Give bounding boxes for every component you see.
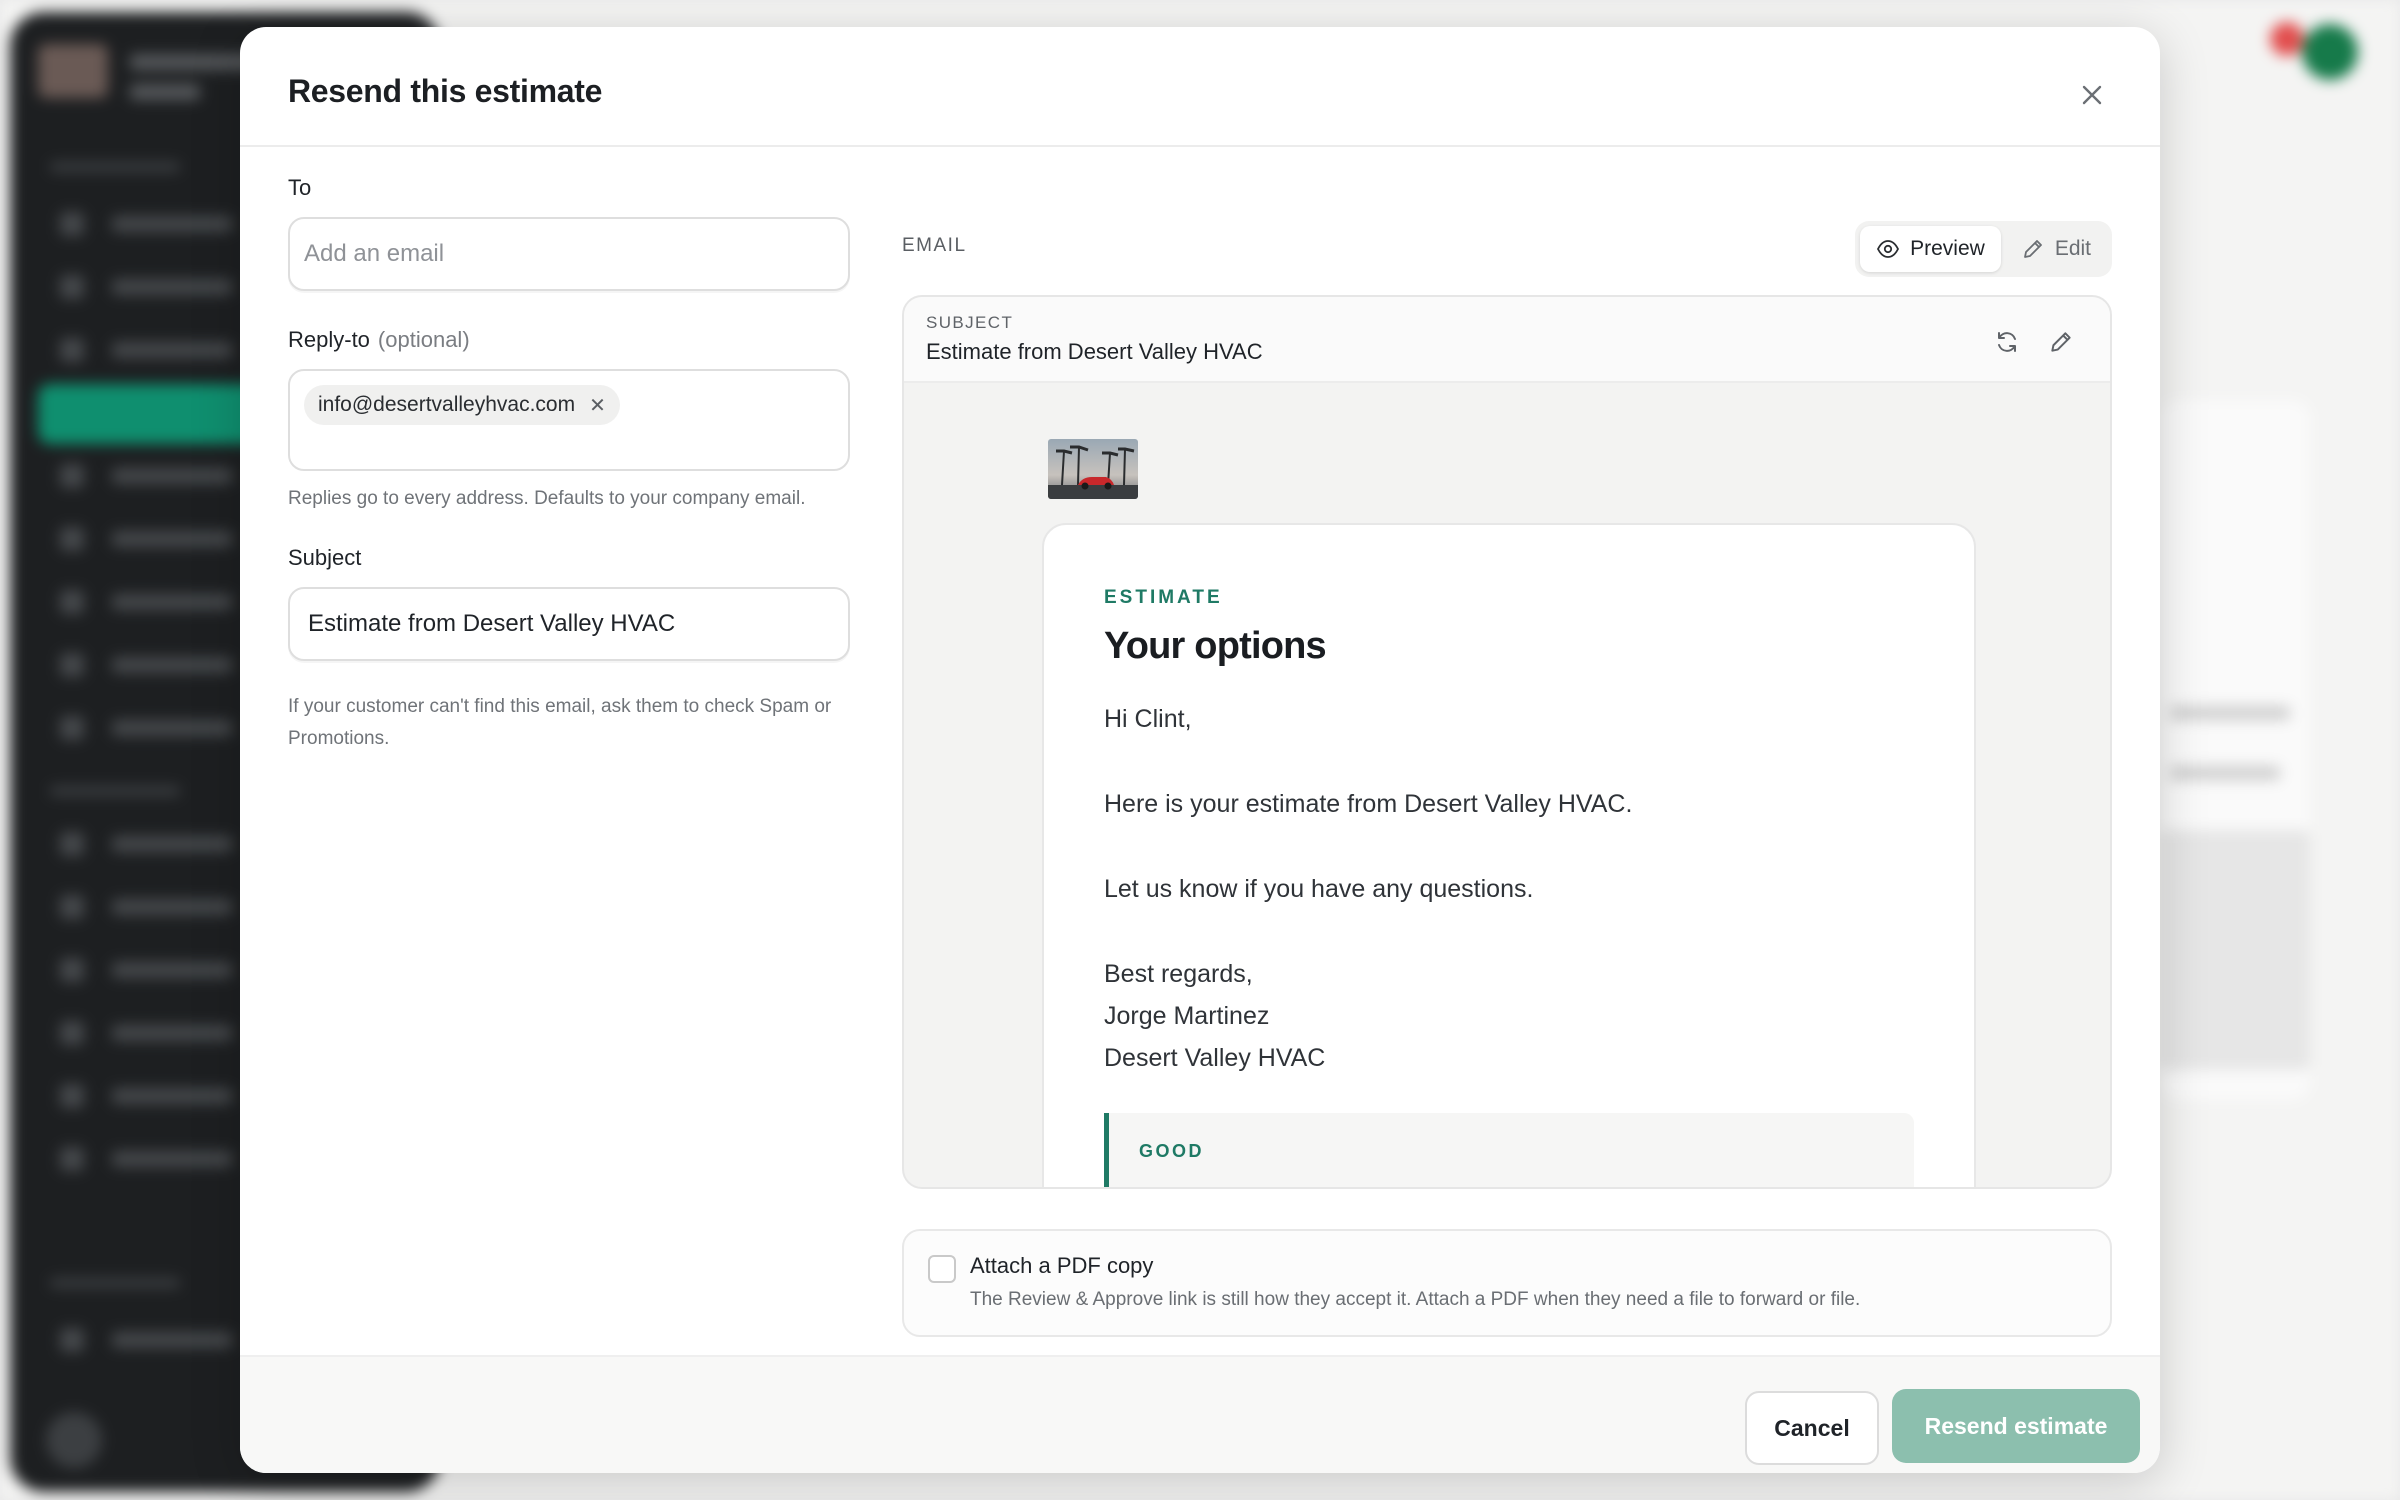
background-nav-item — [50, 1147, 250, 1171]
background-section — [50, 162, 180, 172]
background-section — [50, 1278, 180, 1288]
background-nav-item — [50, 212, 250, 236]
background-nav-item — [50, 464, 250, 488]
email-card-title: Your options — [1104, 625, 1327, 667]
email-sender-name: Jorge Martinez — [1104, 1002, 1270, 1030]
company-logo-image — [1048, 439, 1138, 499]
background-section — [50, 786, 180, 796]
background-nav-item — [50, 275, 250, 299]
background-logo — [38, 44, 108, 98]
reply-to-chip-email: info@desertvalleyhvac.com — [318, 393, 576, 416]
eye-icon — [1877, 240, 1900, 258]
background-nav-item — [50, 1021, 250, 1045]
pencil-icon — [2023, 240, 2042, 258]
background-notification-dot — [2270, 22, 2304, 56]
close-icon — [2082, 85, 2102, 105]
email-section-label: EMAIL — [902, 235, 967, 256]
email-body-line: Let us know if you have any questions. — [1104, 875, 1534, 903]
background-user-avatar — [46, 1412, 102, 1468]
background-avatar — [2302, 24, 2358, 80]
attach-pdf-option: Attach a PDF copy The Review & Approve l… — [902, 1229, 2112, 1337]
background-brand — [130, 84, 200, 100]
refresh-icon — [1998, 332, 2016, 352]
email-subject-text: Estimate from Desert Valley HVAC — [926, 339, 1263, 364]
view-toggle: Preview Edit — [1855, 221, 2112, 277]
resend-estimate-modal: Resend this estimate To Reply-to (optiona… — [240, 27, 2160, 1473]
email-preview-box: SUBJECT Estimate from Desert Valley HVAC — [902, 295, 2112, 1189]
background-nav-item — [50, 590, 250, 614]
to-email-input[interactable] — [288, 217, 850, 291]
email-sender-company: Desert Valley HVAC — [1104, 1044, 1326, 1072]
cancel-button[interactable]: Cancel — [1745, 1391, 1879, 1465]
pencil-icon — [2051, 332, 2071, 352]
spam-hint: If your customer can't find this email, … — [288, 696, 832, 749]
background-nav-item — [50, 832, 250, 856]
email-subject-caption: SUBJECT — [926, 313, 1014, 332]
to-label: To — [288, 175, 312, 200]
background-line — [2170, 706, 2290, 720]
close-button[interactable] — [2072, 75, 2112, 115]
background-nav-item — [50, 1084, 250, 1108]
background-nav-item — [50, 716, 250, 740]
subject-input[interactable] — [288, 587, 850, 661]
reply-to-chip: info@desertvalleyhvac.com ✕ — [304, 385, 620, 425]
modal-title: Resend this estimate — [288, 73, 603, 109]
background-nav-item — [50, 895, 250, 919]
email-body-line: Here is your estimate from Desert Valley… — [1104, 790, 1633, 818]
remove-chip-icon[interactable]: ✕ — [589, 393, 606, 418]
estimate-option-good: GOOD — [1104, 1113, 1914, 1187]
modal-header: Resend this estimate — [240, 27, 2160, 147]
reply-to-label: Reply-to (optional) — [288, 327, 850, 353]
resend-estimate-button[interactable]: Resend estimate — [1892, 1389, 2140, 1463]
email-subject-bar: SUBJECT Estimate from Desert Valley HVAC — [904, 297, 2110, 383]
recipient-form: To Reply-to (optional) info@desertvalleyh… — [288, 175, 850, 755]
email-signoff: Best regards, — [1104, 960, 1253, 988]
background-nav-item — [50, 958, 250, 982]
reply-to-optional: (optional) — [377, 327, 470, 352]
logo-picture — [1048, 439, 1138, 499]
estimate-eyebrow: ESTIMATE — [1104, 587, 1223, 608]
background-nav-item — [50, 527, 250, 551]
estimate-email-card: ESTIMATE Your options Hi Clint, Here is … — [1042, 523, 1976, 1187]
background-nav-item — [50, 653, 250, 677]
attach-pdf-checkbox[interactable] — [928, 1255, 956, 1283]
preview-label: Preview — [1910, 237, 1985, 260]
reply-to-input[interactable]: info@desertvalleyhvac.com ✕ — [288, 369, 850, 471]
email-greeting: Hi Clint, — [1104, 705, 1192, 733]
subject-label: Subject — [288, 545, 362, 570]
preview-toggle-button[interactable]: Preview — [1860, 226, 2001, 272]
reply-to-label-text: Reply-to — [288, 327, 370, 352]
background-line — [2170, 766, 2280, 780]
background-map — [2160, 830, 2310, 1070]
background-nav-item — [50, 338, 250, 362]
reply-to-hint: Replies go to every address. Defaults to… — [288, 488, 806, 509]
background-nav-item — [50, 1328, 250, 1352]
edit-toggle-button[interactable]: Edit — [2005, 226, 2107, 272]
modal-footer: Cancel Resend estimate — [240, 1355, 2160, 1473]
attach-pdf-title: Attach a PDF copy — [970, 1253, 1154, 1278]
regenerate-subject-button[interactable] — [1990, 325, 2024, 359]
option-tier-label: GOOD — [1139, 1141, 1205, 1161]
edit-subject-button[interactable] — [2044, 325, 2078, 359]
edit-label: Edit — [2054, 237, 2091, 260]
attach-pdf-description: The Review & Approve link is still how t… — [970, 1289, 1861, 1310]
